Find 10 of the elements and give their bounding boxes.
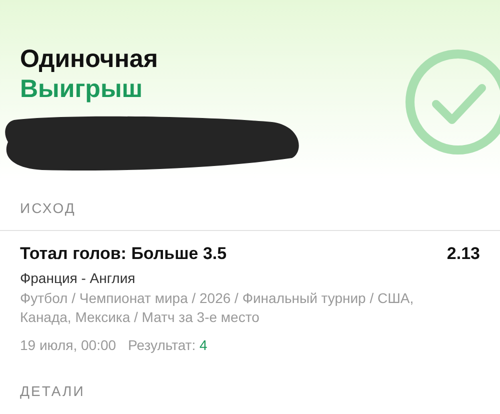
event-path: Футбол / Чемпионат мира / 2026 / Финальный турнир / США, Канада, Мексика / Матч за 3-е место [20, 289, 415, 327]
odds-value: 2.13 [446, 243, 480, 265]
section-heading: ДЕТАЛИ [20, 383, 85, 399]
bet-type-title: Одиночная [19, 44, 159, 74]
bet-status: Выигрыш [19, 74, 144, 104]
match-name: Франция - Англия [20, 269, 136, 288]
result-label: Результат: 4 [128, 336, 208, 355]
bet-selection: Тотал голов: Больше 3.5 [20, 243, 227, 265]
section-heading: ИСХОД [20, 200, 76, 216]
event-date: 19 июля, 00:00 [20, 336, 116, 355]
